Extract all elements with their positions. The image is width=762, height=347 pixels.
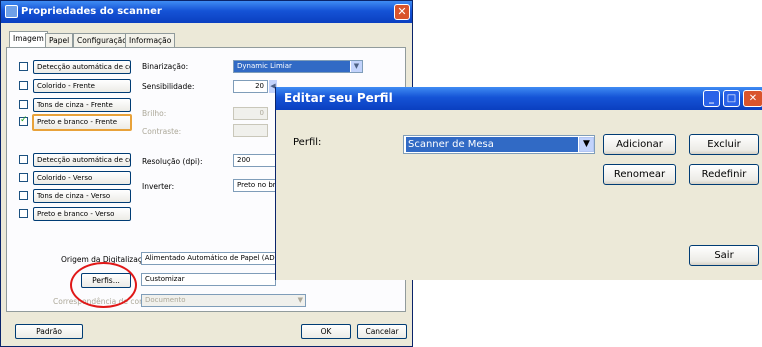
excluir-button[interactable]: Excluir [689, 134, 759, 155]
profile-close-button[interactable]: ✕ [743, 90, 762, 107]
perfil-select-value: Scanner de Mesa [406, 137, 578, 152]
image-type-bw-front[interactable]: Preto e branco - Frente [32, 114, 132, 131]
tab-imagem[interactable]: Imagem [9, 31, 48, 48]
minimize-button[interactable]: _ [703, 90, 720, 107]
image-type-bw-back[interactable]: Preto e branco - Verso [33, 207, 131, 221]
profile-titlebar[interactable]: Editar seu Perfil _ □ ✕ [276, 87, 762, 110]
brilho-value: 0 [233, 107, 268, 120]
sensibilidade-label: Sensibilidade: [142, 82, 195, 91]
binarizacao-label: Binarização: [142, 62, 189, 71]
image-type-color-back[interactable]: Colorido - Verso [33, 171, 131, 185]
perfis-select[interactable]: Customizar [141, 273, 276, 286]
checkbox-gray-back[interactable] [19, 191, 28, 200]
checkbox-color-front[interactable] [19, 81, 28, 90]
adicionar-button[interactable]: Adicionar [603, 134, 676, 155]
image-type-color-front[interactable]: Colorido - Frente [33, 79, 131, 93]
inverter-select[interactable]: Preto no bra [233, 179, 278, 192]
binarizacao-value: Dynamic Limiar [237, 62, 292, 70]
inverter-label: Inverter: [142, 182, 175, 191]
checkbox-auto-color-back[interactable] [19, 155, 28, 164]
correspondencia-select: Documento ▼ [141, 294, 306, 307]
scanner-close-button[interactable]: ✕ [394, 4, 410, 20]
brilho-label: Brilho: [142, 109, 167, 118]
maximize-icon: □ [726, 93, 737, 104]
image-type-gray-back[interactable]: Tons de cinza - Verso [33, 189, 131, 203]
contraste-label: Contraste: [142, 127, 182, 136]
correspondencia-value: Documento [145, 296, 186, 304]
resolucao-label: Resolução (dpi): [142, 157, 203, 166]
checkbox-bw-back[interactable] [19, 209, 28, 218]
redefinir-button[interactable]: Redefinir [689, 164, 759, 185]
image-type-gray-front[interactable]: Tons de cinza - Frente [33, 98, 131, 112]
image-type-auto-color-front[interactable]: Detecção automática de cores [33, 60, 131, 74]
chevron-down-icon[interactable]: ▼ [350, 61, 362, 72]
binarizacao-select[interactable]: Dynamic Limiar ▼ [233, 60, 363, 73]
checkbox-gray-front[interactable] [19, 100, 28, 109]
scanner-titlebar[interactable]: Propriedades do scanner ✕ [1, 1, 412, 23]
scanner-app-icon [5, 5, 18, 18]
scanner-window-title: Propriedades do scanner [21, 6, 162, 17]
tab-papel[interactable]: Papel [45, 33, 74, 47]
contraste-value [233, 124, 268, 137]
resolucao-select[interactable]: 200 [233, 154, 278, 167]
checkbox-bw-front[interactable] [19, 115, 28, 126]
highlight-circle [70, 262, 137, 308]
sensibilidade-value[interactable]: 20 [233, 80, 268, 93]
renomear-button[interactable]: Renomear [603, 164, 676, 185]
checkbox-color-back[interactable] [19, 173, 28, 182]
checkbox-auto-color-front[interactable] [19, 62, 28, 71]
chevron-down-icon: ▼ [297, 296, 303, 304]
perfil-label: Perfil: [293, 137, 322, 148]
profile-dialog-title: Editar seu Perfil [284, 91, 393, 105]
cancelar-button[interactable]: Cancelar [357, 324, 407, 339]
chevron-down-icon[interactable]: ▼ [579, 137, 594, 152]
image-type-auto-color-back[interactable]: Detecção automática de cores [33, 153, 131, 167]
close-icon: ✕ [748, 93, 758, 104]
tab-informacao[interactable]: Informação [125, 33, 176, 47]
close-icon: ✕ [397, 5, 407, 18]
ok-button[interactable]: OK [301, 324, 351, 339]
edit-profile-dialog: Editar seu Perfil _ □ ✕ Perfil: Scanner … [275, 87, 762, 280]
maximize-button[interactable]: □ [723, 90, 740, 107]
padrao-button[interactable]: Padrão [15, 324, 83, 339]
sair-button[interactable]: Sair [689, 245, 759, 266]
origem-select[interactable]: Alimentado Automático de Papel (ADF) [141, 252, 276, 265]
tab-configuracao[interactable]: Configuração [73, 33, 131, 47]
perfil-select[interactable]: Scanner de Mesa ▼ [403, 135, 595, 154]
minimize-icon: _ [709, 93, 714, 104]
